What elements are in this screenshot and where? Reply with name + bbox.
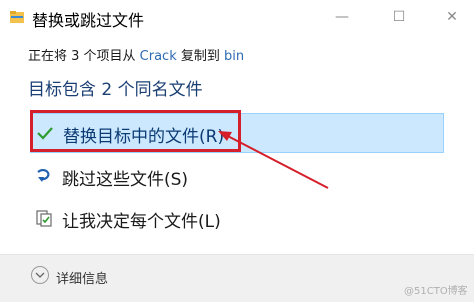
status-prefix: 正在将 3 个项目从	[28, 49, 140, 64]
decide-icon	[36, 210, 52, 227]
skip-files-option[interactable]: 跳过这些文件(S)	[30, 157, 442, 195]
dialog-heading: 目标包含 2 个同名文件	[28, 80, 203, 100]
copy-status-text: 正在将 3 个项目从 Crack 复制到 bin	[28, 45, 244, 64]
close-button[interactable]: ✕	[437, 6, 467, 28]
maximize-button[interactable]: ☐	[384, 6, 414, 28]
decide-each-file-option[interactable]: 让我决定每个文件(L)	[30, 199, 442, 237]
replace-files-option[interactable]: 替换目标中的文件(R)	[30, 113, 444, 153]
watermark: @51CTO博客	[404, 286, 468, 297]
details-toggle[interactable]: 详细信息	[56, 268, 108, 287]
skip-files-label: 跳过这些文件(S)	[62, 170, 189, 190]
title-bar: 替换或跳过文件 — ☐ ✕	[0, 0, 474, 36]
window-title: 替换或跳过文件	[32, 11, 145, 30]
status-middle: 复制到	[176, 49, 225, 64]
source-folder-link[interactable]: Crack	[140, 49, 177, 64]
chevron-down-icon[interactable]	[31, 266, 49, 284]
skip-icon	[37, 169, 50, 182]
decide-each-file-label: 让我决定每个文件(L)	[62, 212, 221, 232]
minimize-button[interactable]: —	[327, 6, 357, 28]
destination-folder-link[interactable]: bin	[224, 49, 244, 64]
replace-files-label: 替换目标中的文件(R)	[63, 127, 225, 147]
checkmark-icon	[37, 127, 53, 140]
file-explorer-icon	[10, 11, 24, 23]
